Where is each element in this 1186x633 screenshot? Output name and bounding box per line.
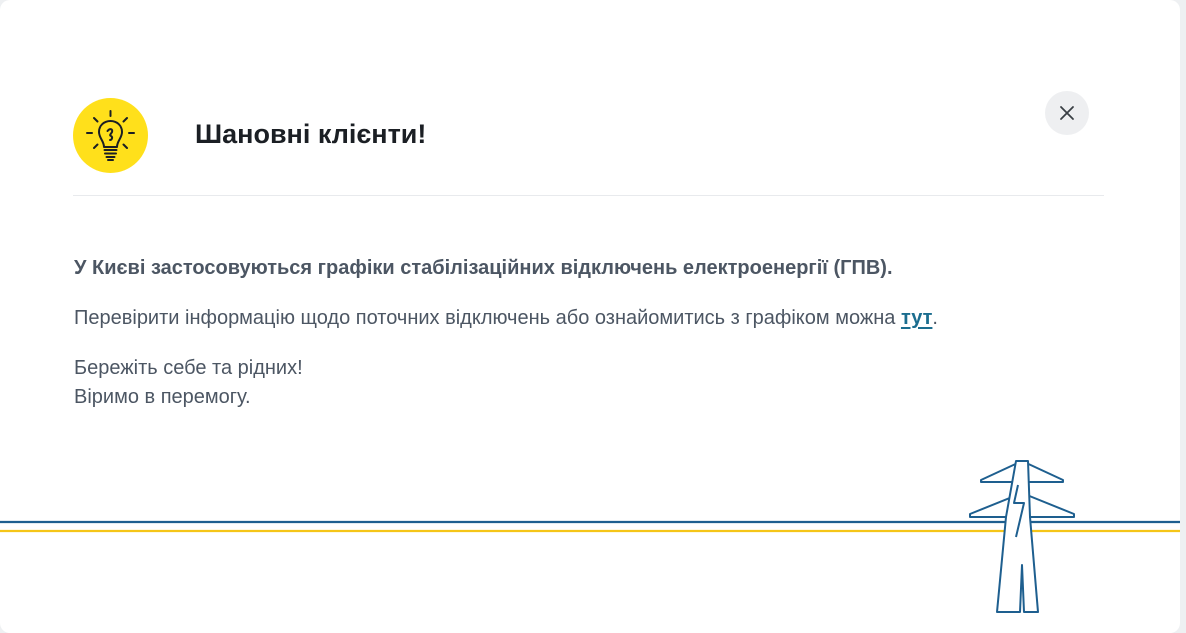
info-text: Перевірити інформацію щодо поточних відк… — [74, 307, 901, 329]
farewell-line-1: Бережіть себе та рідних! — [74, 357, 303, 379]
lead-paragraph: У Києві застосовуються графіки стабіліза… — [74, 257, 893, 279]
modal-body: У Києві застосовуються графіки стабіліза… — [74, 254, 1104, 412]
info-end: . — [932, 307, 938, 329]
power-pylon-icon — [969, 460, 1075, 613]
farewell-line-2: Віримо в перемогу. — [74, 386, 251, 408]
power-line-decoration — [0, 460, 1180, 613]
close-button[interactable] — [1045, 91, 1089, 135]
modal-header: Шановні клієнти! — [73, 98, 1104, 196]
farewell-paragraph: Бережіть себе та рідних! Віримо в перемо… — [74, 354, 1104, 412]
modal-title: Шановні клієнти! — [195, 119, 427, 149]
schedule-link[interactable]: тут — [901, 307, 932, 329]
lightbulb-icon — [73, 98, 148, 173]
notice-modal: Шановні клієнти! У Києві застосовуються … — [0, 0, 1180, 633]
info-paragraph: Перевірити інформацію щодо поточних відк… — [74, 304, 1104, 333]
